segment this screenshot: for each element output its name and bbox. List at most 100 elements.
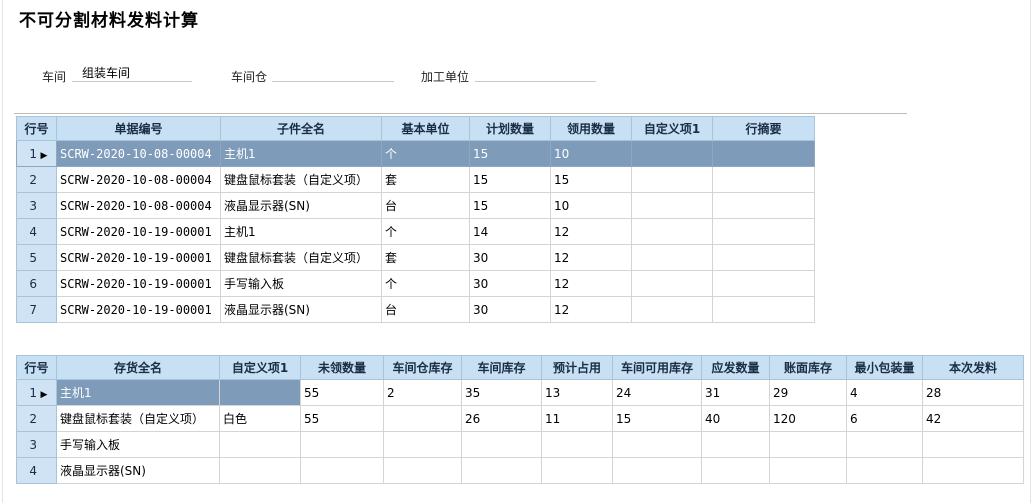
table-row[interactable]: 4 液晶显示器(SN) [16, 457, 1024, 484]
custom1-cell[interactable] [631, 296, 713, 323]
material-lines-grid[interactable]: 行号 单据编号 子件全名 基本单位 计划数量 领用数量 自定义项1 行摘要 1 ▶… [16, 116, 815, 323]
plan-qty-cell[interactable]: 15 [469, 166, 551, 193]
row-summary-cell[interactable] [712, 192, 815, 219]
base-unit-cell[interactable]: 台 [381, 192, 470, 219]
plan-qty-cell[interactable]: 15 [469, 192, 551, 219]
workshop-stock-cell[interactable] [461, 431, 542, 458]
qty-to-issue-cell[interactable]: 31 [701, 379, 770, 406]
workshop-input[interactable] [72, 64, 192, 82]
doc-no-cell[interactable]: SCRW-2020-10-08-00004 [56, 140, 221, 167]
col-header-min-pack[interactable]: 最小包装量 [846, 355, 923, 380]
item-name-cell[interactable]: 液晶显示器(SN) [56, 457, 220, 484]
doc-no-cell[interactable]: SCRW-2020-10-19-00001 [56, 244, 221, 271]
col-header-custom1[interactable]: 自定义项1 [219, 355, 301, 380]
workshop-stock-cell[interactable]: 26 [461, 405, 542, 432]
issue-now-cell[interactable] [922, 431, 1024, 458]
child-name-cell[interactable]: 液晶显示器(SN) [220, 296, 382, 323]
child-name-cell[interactable]: 键盘鼠标套装（自定义项） [220, 166, 382, 193]
doc-no-cell[interactable]: SCRW-2020-10-08-00004 [56, 192, 221, 219]
col-header-unissued-qty[interactable]: 未领数量 [300, 355, 384, 380]
custom1-cell[interactable] [631, 244, 713, 271]
row-number-cell[interactable]: 1 ▶ [16, 140, 57, 167]
row-summary-cell[interactable] [712, 140, 815, 167]
row-summary-cell[interactable] [712, 166, 815, 193]
row-number-cell[interactable]: 4 [16, 457, 57, 484]
custom1-cell[interactable] [631, 166, 713, 193]
workshop-stock-cell[interactable] [461, 457, 542, 484]
col-header-workshop-warehouse-stock[interactable]: 车间仓库存 [383, 355, 462, 380]
book-stock-cell[interactable]: 29 [769, 379, 847, 406]
row-number-cell[interactable]: 2 [16, 405, 57, 432]
item-name-cell[interactable]: 键盘鼠标套装（自定义项） [56, 405, 220, 432]
base-unit-cell[interactable]: 个 [381, 140, 470, 167]
expected-reserved-cell[interactable] [541, 431, 613, 458]
child-name-cell[interactable]: 液晶显示器(SN) [220, 192, 382, 219]
table-row[interactable]: 7 SCRW-2020-10-19-00001 液晶显示器(SN) 台 30 12 [16, 296, 815, 323]
custom1-cell[interactable] [631, 192, 713, 219]
custom1-cell[interactable] [631, 270, 713, 297]
book-stock-cell[interactable] [769, 431, 847, 458]
unissued-qty-cell[interactable] [300, 431, 384, 458]
base-unit-cell[interactable]: 台 [381, 296, 470, 323]
workshop-available-cell[interactable] [612, 431, 702, 458]
col-header-item-name[interactable]: 存货全名 [56, 355, 220, 380]
plan-qty-cell[interactable]: 14 [469, 218, 551, 245]
custom1-cell[interactable] [631, 218, 713, 245]
col-header-row-summary[interactable]: 行摘要 [712, 116, 815, 141]
col-header-workshop-stock[interactable]: 车间库存 [461, 355, 542, 380]
processing-unit-input[interactable] [475, 64, 596, 82]
used-qty-cell[interactable]: 12 [550, 218, 632, 245]
base-unit-cell[interactable]: 套 [381, 244, 470, 271]
expected-reserved-cell[interactable]: 13 [541, 379, 613, 406]
used-qty-cell[interactable]: 12 [550, 244, 632, 271]
custom1-cell[interactable] [219, 379, 301, 406]
base-unit-cell[interactable]: 个 [381, 218, 470, 245]
plan-qty-cell[interactable]: 30 [469, 244, 551, 271]
item-name-cell[interactable]: 主机1 [56, 379, 220, 406]
doc-no-cell[interactable]: SCRW-2020-10-19-00001 [56, 270, 221, 297]
custom1-cell[interactable] [219, 431, 301, 458]
col-header-book-stock[interactable]: 账面库存 [769, 355, 847, 380]
qty-to-issue-cell[interactable] [701, 431, 770, 458]
row-number-cell[interactable]: 2 [16, 166, 57, 193]
workshop-warehouse-stock-cell[interactable] [383, 457, 462, 484]
row-number-cell[interactable]: 4 [16, 218, 57, 245]
col-header-plan-qty[interactable]: 计划数量 [469, 116, 551, 141]
row-number-cell[interactable]: 5 [16, 244, 57, 271]
min-pack-cell[interactable]: 6 [846, 405, 923, 432]
child-name-cell[interactable]: 主机1 [220, 218, 382, 245]
table-row[interactable]: 3 手写输入板 [16, 431, 1024, 458]
expected-reserved-cell[interactable]: 11 [541, 405, 613, 432]
row-summary-cell[interactable] [712, 296, 815, 323]
table-row[interactable]: 2 SCRW-2020-10-08-00004 键盘鼠标套装（自定义项）套 15 15 [16, 166, 815, 193]
child-name-cell[interactable]: 主机1 [220, 140, 382, 167]
workshop-available-cell[interactable] [612, 457, 702, 484]
row-number-cell[interactable]: 1 ▶ [16, 379, 57, 406]
col-header-row-no[interactable]: 行号 [16, 355, 57, 380]
table-row[interactable]: 6 SCRW-2020-10-19-00001 手写输入板个 30 12 [16, 270, 815, 297]
min-pack-cell[interactable]: 4 [846, 379, 923, 406]
doc-no-cell[interactable]: SCRW-2020-10-19-00001 [56, 296, 221, 323]
row-number-cell[interactable]: 7 [16, 296, 57, 323]
min-pack-cell[interactable] [846, 457, 923, 484]
table-row[interactable]: 4 SCRW-2020-10-19-00001 主机1 个 14 12 [16, 218, 815, 245]
item-name-cell[interactable]: 手写输入板 [56, 431, 220, 458]
col-header-issue-now[interactable]: 本次发料 [922, 355, 1024, 380]
row-number-cell[interactable]: 6 [16, 270, 57, 297]
col-header-expected-reserved[interactable]: 预计占用 [541, 355, 613, 380]
workshop-warehouse-stock-cell[interactable] [383, 405, 462, 432]
book-stock-cell[interactable] [769, 457, 847, 484]
issue-now-cell[interactable] [922, 457, 1024, 484]
warehouse-input[interactable] [272, 64, 394, 82]
col-header-custom1[interactable]: 自定义项1 [631, 116, 713, 141]
workshop-warehouse-stock-cell[interactable] [383, 431, 462, 458]
workshop-stock-cell[interactable]: 35 [461, 379, 542, 406]
unissued-qty-cell[interactable]: 55 [300, 405, 384, 432]
child-name-cell[interactable]: 手写输入板 [220, 270, 382, 297]
table-row[interactable]: 3 SCRW-2020-10-08-00004 液晶显示器(SN) 台 15 10 [16, 192, 815, 219]
plan-qty-cell[interactable]: 30 [469, 296, 551, 323]
used-qty-cell[interactable]: 12 [550, 270, 632, 297]
row-number-cell[interactable]: 3 [16, 431, 57, 458]
custom1-cell[interactable]: 白色 [219, 405, 301, 432]
min-pack-cell[interactable] [846, 431, 923, 458]
